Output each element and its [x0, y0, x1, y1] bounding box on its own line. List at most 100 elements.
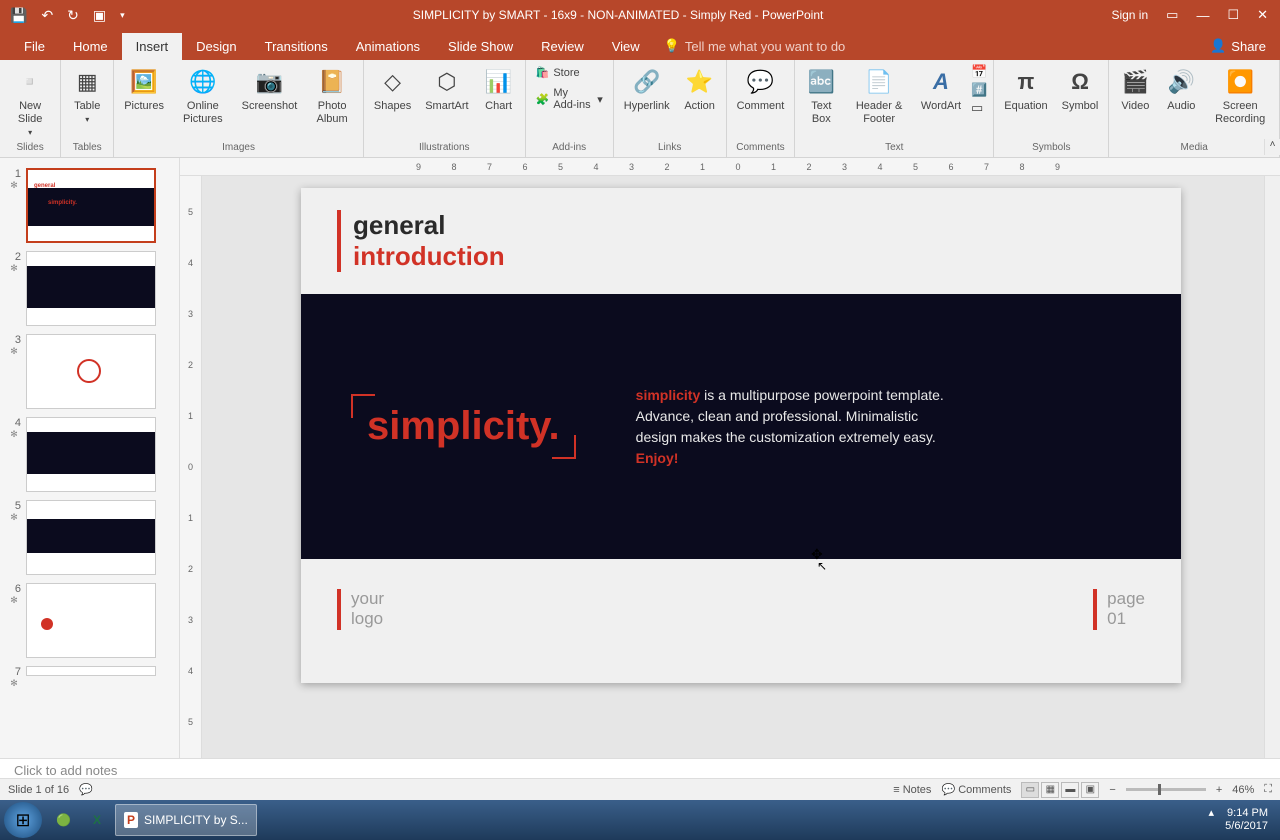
- photo-album-button[interactable]: 📔Photo Album: [307, 64, 357, 128]
- notes-toggle[interactable]: ≡ Notes: [893, 784, 931, 796]
- minimize-icon[interactable]: —: [1196, 8, 1209, 23]
- ribbon: ▫️New Slide▾ Slides ▦Table▾ Tables 🖼️Pic…: [0, 60, 1280, 158]
- vertical-scrollbar[interactable]: [1264, 176, 1280, 758]
- zoom-level[interactable]: 46%: [1232, 784, 1254, 796]
- store-icon: 🛍️: [536, 66, 550, 79]
- tab-animations[interactable]: Animations: [342, 33, 434, 60]
- slide-dark-section[interactable]: simplicity. simplicity is a multipurpose…: [301, 294, 1181, 559]
- sorter-view-icon[interactable]: ▦: [1041, 782, 1059, 798]
- screen-recording-button[interactable]: ⏺️Screen Recording: [1207, 64, 1273, 128]
- wordart-button[interactable]: AWordArt: [917, 64, 965, 115]
- slide-thumbnail-2[interactable]: [26, 251, 156, 326]
- spellcheck-icon[interactable]: 💬: [79, 783, 93, 796]
- textbox-icon: 🔤: [805, 66, 837, 98]
- taskbar-powerpoint[interactable]: PSIMPLICITY by S...: [115, 804, 257, 836]
- zoom-out-icon[interactable]: −: [1109, 784, 1115, 796]
- slide-thumbnail-5[interactable]: [26, 500, 156, 575]
- notes-pane[interactable]: Click to add notes: [0, 758, 1280, 778]
- screenshot-icon: 📷: [254, 66, 286, 98]
- equation-icon: π: [1010, 66, 1042, 98]
- start-button[interactable]: ⊞: [4, 802, 42, 838]
- vertical-ruler: 54321012345: [180, 176, 202, 758]
- header-footer-button[interactable]: 📄Header & Footer: [847, 64, 911, 128]
- date-time-icon[interactable]: 📅: [971, 64, 987, 80]
- slide[interactable]: general introduction simplicity. simplic…: [301, 188, 1181, 683]
- slideshow-view-icon[interactable]: ▣: [1081, 782, 1099, 798]
- slide-canvas-area[interactable]: general introduction simplicity. simplic…: [202, 176, 1280, 758]
- ribbon-tabs: File Home Insert Design Transitions Anim…: [0, 30, 1280, 60]
- title-bar: 💾 ↶ ↻ ▣ ▾ SIMPLICITY by SMART - 16x9 - N…: [0, 0, 1280, 30]
- slide-title-line1[interactable]: general: [353, 210, 1145, 241]
- footer-logo[interactable]: yourlogo: [337, 589, 384, 630]
- shapes-button[interactable]: ◇Shapes: [370, 64, 415, 115]
- maximize-icon[interactable]: ☐: [1227, 7, 1239, 23]
- audio-button[interactable]: 🔊Audio: [1161, 64, 1201, 115]
- reading-view-icon[interactable]: ▬: [1061, 782, 1079, 798]
- slide-thumbnail-6[interactable]: [26, 583, 156, 658]
- lightbulb-icon: 💡: [664, 38, 680, 54]
- slide-counter[interactable]: Slide 1 of 16: [8, 784, 69, 796]
- slide-thumbnail-3[interactable]: [26, 334, 156, 409]
- undo-icon[interactable]: ↶: [41, 7, 53, 24]
- tab-view[interactable]: View: [598, 33, 654, 60]
- group-illustrations: Illustrations: [419, 140, 470, 155]
- fit-to-window-icon[interactable]: ⛶: [1264, 783, 1272, 796]
- hyperlink-button[interactable]: 🔗Hyperlink: [620, 64, 674, 115]
- zoom-slider[interactable]: [1126, 788, 1206, 791]
- symbol-button[interactable]: ΩSymbol: [1058, 64, 1103, 115]
- zoom-in-icon[interactable]: +: [1216, 784, 1222, 796]
- footer-page[interactable]: page01: [1093, 589, 1145, 630]
- comment-button[interactable]: 💬Comment: [733, 64, 789, 115]
- slide-thumbnail-4[interactable]: [26, 417, 156, 492]
- smartart-button[interactable]: ⬡SmartArt: [421, 64, 472, 115]
- slide-thumbnail-7[interactable]: [26, 666, 156, 676]
- group-links: Links: [658, 140, 681, 155]
- group-comments: Comments: [736, 140, 784, 155]
- close-icon[interactable]: ✕: [1257, 7, 1268, 23]
- start-from-beginning-icon[interactable]: ▣: [93, 7, 106, 24]
- slide-description[interactable]: simplicity is a multipurpose powerpoint …: [636, 385, 946, 469]
- table-button[interactable]: ▦Table▾: [67, 64, 107, 127]
- textbox-button[interactable]: 🔤Text Box: [801, 64, 841, 128]
- tab-home[interactable]: Home: [59, 33, 122, 60]
- slide-number-icon[interactable]: #️⃣: [971, 82, 987, 98]
- tray-arrow-icon[interactable]: ▴: [1208, 807, 1214, 819]
- equation-button[interactable]: πEquation: [1000, 64, 1051, 115]
- store-button[interactable]: 🛍️Store: [532, 64, 607, 81]
- signin-link[interactable]: Sign in: [1111, 8, 1148, 22]
- tab-design[interactable]: Design: [182, 33, 250, 60]
- new-slide-button[interactable]: ▫️New Slide▾: [6, 64, 54, 140]
- my-addins-button[interactable]: 🧩My Add-ins ▾: [532, 85, 607, 113]
- system-tray[interactable]: ▴ 9:14 PM 5/6/2017: [1208, 807, 1276, 833]
- slide-thumbnail-1[interactable]: general simplicity.: [26, 168, 156, 243]
- tab-file[interactable]: File: [10, 33, 59, 60]
- ribbon-collapse-icon[interactable]: ˄: [1264, 139, 1280, 155]
- action-icon: ⭐: [684, 66, 716, 98]
- chart-button[interactable]: 📊Chart: [479, 64, 519, 115]
- window-title: SIMPLICITY by SMART - 16x9 - NON-ANIMATE…: [125, 8, 1112, 22]
- slide-title-line2[interactable]: introduction: [353, 241, 1145, 272]
- ribbon-options-icon[interactable]: ▭: [1166, 7, 1178, 23]
- taskbar-chrome[interactable]: 🟢: [48, 804, 79, 836]
- share-button[interactable]: 👤Share: [1196, 32, 1280, 60]
- status-bar: Slide 1 of 16 💬 ≡ Notes 💬 Comments ▭ ▦ ▬…: [0, 778, 1280, 800]
- slide-thumbnails-panel[interactable]: 1✻ general simplicity. 2✻ 3✻ 4✻ 5✻ 6✻ 7✻: [0, 158, 180, 758]
- work-area: 1✻ general simplicity. 2✻ 3✻ 4✻ 5✻ 6✻ 7✻…: [0, 158, 1280, 758]
- comments-toggle[interactable]: 💬 Comments: [941, 783, 1011, 796]
- taskbar-excel[interactable]: X: [85, 804, 109, 836]
- tab-transitions[interactable]: Transitions: [251, 33, 342, 60]
- normal-view-icon[interactable]: ▭: [1021, 782, 1039, 798]
- save-icon[interactable]: 💾: [10, 7, 27, 24]
- tab-review[interactable]: Review: [527, 33, 598, 60]
- brand-text[interactable]: simplicity.: [367, 404, 560, 449]
- object-icon[interactable]: ▭: [971, 100, 987, 116]
- tab-slideshow[interactable]: Slide Show: [434, 33, 527, 60]
- redo-icon[interactable]: ↻: [67, 7, 79, 24]
- video-button[interactable]: 🎬Video: [1115, 64, 1155, 115]
- action-button[interactable]: ⭐Action: [680, 64, 720, 115]
- screenshot-button[interactable]: 📷Screenshot: [238, 64, 302, 115]
- tab-insert[interactable]: Insert: [122, 33, 183, 60]
- online-pictures-button[interactable]: 🌐Online Pictures: [174, 64, 232, 128]
- pictures-button[interactable]: 🖼️Pictures: [120, 64, 168, 115]
- tell-me-search[interactable]: 💡Tell me what you want to do: [654, 32, 856, 60]
